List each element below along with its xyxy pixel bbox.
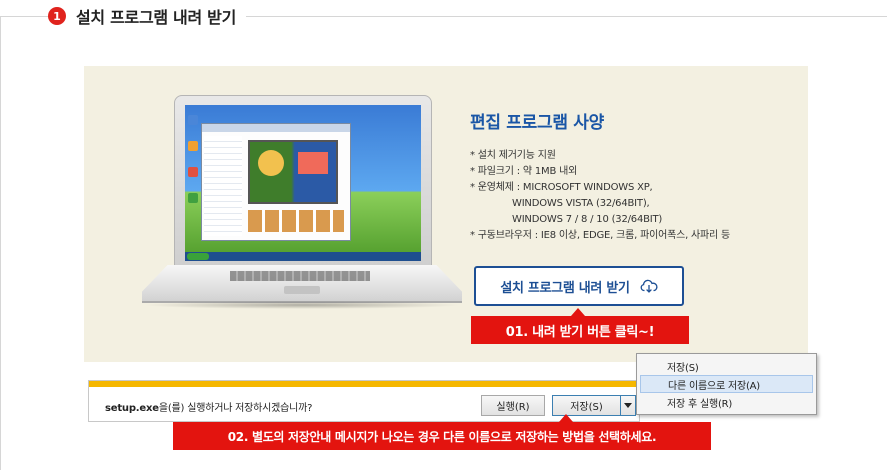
download-prompt-text: setup.exe을(를) 실행하거나 저장하시겠습니까? — [105, 399, 312, 414]
desktop-icon — [188, 141, 198, 151]
desktop-icon — [188, 167, 198, 177]
step2-callout: 02. 별도의 저장안내 메시지가 나오는 경우 다른 이름으로 저장하는 방법… — [173, 414, 711, 450]
spec-item: WINDOWS 7 / 8 / 10 (32/64BIT) — [512, 214, 663, 225]
save-options-menu: 저장(S) 다른 이름으로 저장(A) 저장 후 실행(R) — [636, 353, 817, 415]
laptop-keyboard — [230, 271, 370, 281]
save-dropdown-button[interactable] — [620, 395, 636, 416]
menu-item-save-as[interactable]: 다른 이름으로 저장(A) — [640, 375, 813, 393]
run-button[interactable]: 실행(R) — [481, 395, 545, 416]
laptop-illustration — [142, 95, 462, 310]
spec-item: * 운영체제 : MICROSOFT WINDOWS XP, — [470, 182, 653, 193]
menu-item-save-and-run[interactable]: 저장 후 실행(R) — [640, 393, 813, 411]
download-notification-bar: setup.exe을(를) 실행하거나 저장하시겠습니까? 실행(R) 저장(S… — [88, 380, 640, 422]
spec-item: * 구동브라우저 : IE8 이상, EDGE, 크롬, 파이어폭스, 사파리 … — [470, 230, 731, 241]
download-button-label: 설치 프로그램 내려 받기 — [500, 280, 630, 296]
desktop-icon — [188, 115, 198, 125]
step1-callout: 01. 내려 받기 버튼 클릭~! — [471, 308, 689, 344]
taskbar — [185, 252, 421, 261]
spec-item: * 파일크기 : 약 1MB 내외 — [470, 166, 578, 177]
laptop-lid — [174, 95, 432, 267]
start-button — [187, 253, 209, 260]
specs-title: 편집 프로그램 사양 — [470, 113, 604, 133]
specs-list: * 설치 제거기능 지원 * 파일크기 : 약 1MB 내외 * 운영체제 : … — [470, 148, 790, 244]
save-button[interactable]: 저장(S) — [552, 395, 621, 416]
step-number-badge: 1 — [48, 7, 66, 25]
section-title: 설치 프로그램 내려 받기 — [76, 8, 237, 27]
laptop-screen — [185, 105, 421, 261]
spec-item: WINDOWS VISTA (32/64BIT), — [512, 198, 650, 209]
download-prompt-message: 을(를) 실행하거나 저장하시겠습니까? — [158, 403, 313, 414]
editor-window-preview — [201, 123, 351, 241]
desktop-icon — [188, 193, 198, 203]
download-installer-button[interactable]: 설치 프로그램 내려 받기 — [474, 266, 684, 306]
cloud-download-icon — [640, 279, 658, 293]
spec-item: * 설치 제거기능 지원 — [470, 150, 556, 161]
menu-item-save[interactable]: 저장(S) — [640, 357, 813, 375]
photobook-preview — [248, 140, 338, 204]
laptop-touchpad — [284, 286, 320, 294]
download-filename: setup.exe — [105, 403, 159, 414]
chevron-down-icon — [624, 403, 632, 408]
section-header: 1 설치 프로그램 내려 받기 — [48, 4, 247, 28]
thumbnail-strip — [248, 210, 344, 232]
